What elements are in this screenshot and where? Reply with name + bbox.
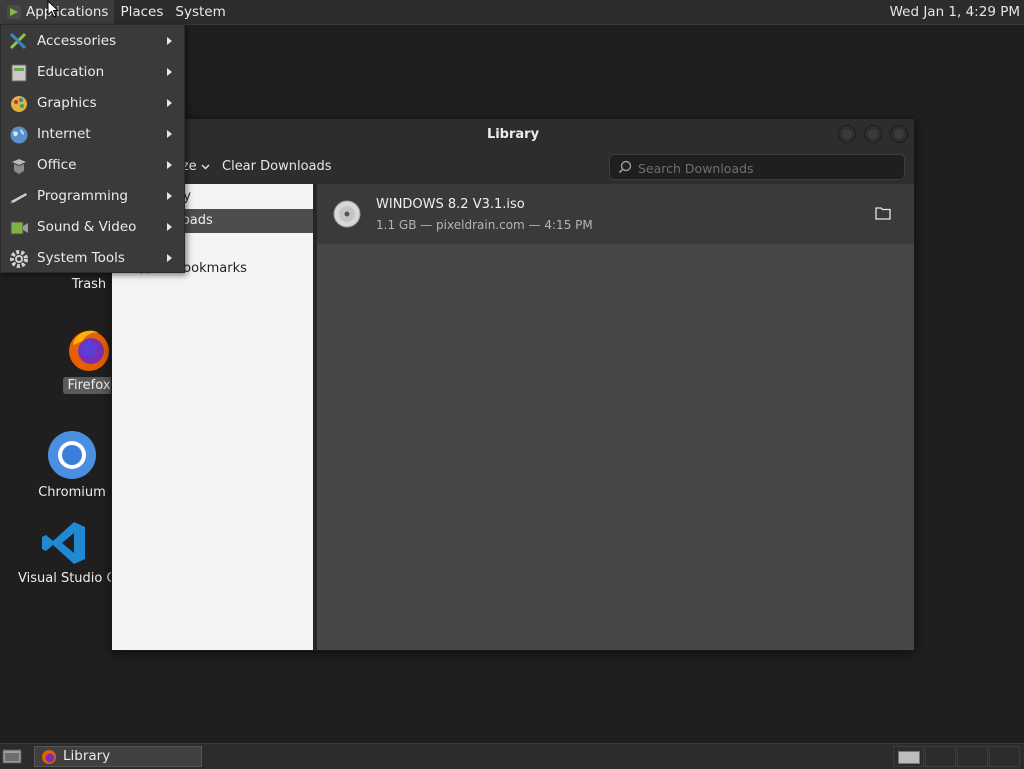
menu-item-sound-video[interactable]: Sound & Video: [1, 212, 184, 243]
clock[interactable]: Wed Jan 1, 4:29 PM: [890, 0, 1020, 24]
menu-item-programming[interactable]: Programming: [1, 181, 184, 212]
download-filename: WINDOWS 8.2 V3.1.iso: [376, 197, 525, 212]
submenu-arrow-icon: [167, 37, 172, 45]
window-title: Library: [486, 127, 540, 142]
close-button[interactable]: [890, 125, 908, 143]
applications-logo-icon: [7, 5, 21, 19]
top-panel: Applications Places System Wed Jan 1, 4:…: [0, 0, 1024, 25]
menu-item-education[interactable]: Education: [1, 57, 184, 88]
menu-item-sound-video-label: Sound & Video: [37, 219, 137, 235]
library-window: Library nize Clear Downloads ory nloads: [111, 118, 915, 651]
menu-item-accessories-label: Accessories: [37, 33, 117, 49]
submenu-arrow-icon: [167, 223, 172, 231]
search-input[interactable]: [636, 158, 898, 178]
menu-item-office-label: Office: [37, 157, 77, 173]
menu-item-office[interactable]: Office: [1, 150, 184, 181]
sound-video-icon: [10, 221, 28, 235]
submenu-arrow-icon: [167, 99, 172, 107]
vscode-icon: [42, 522, 85, 564]
library-titlebar[interactable]: Library: [112, 119, 914, 150]
education-icon: [11, 64, 27, 82]
folder-icon[interactable]: [875, 206, 891, 220]
menu-item-system-tools[interactable]: System Tools: [1, 243, 184, 274]
menu-item-system-tools-label: System Tools: [37, 250, 125, 266]
desktop-icon-vscode[interactable]: Visual Studio Co: [14, 520, 124, 587]
submenu-arrow-icon: [167, 130, 172, 138]
search-box[interactable]: [609, 154, 905, 180]
workspace-3[interactable]: [957, 746, 988, 767]
programming-icon: [10, 193, 27, 204]
menu-item-graphics[interactable]: Graphics: [1, 88, 184, 119]
menu-item-internet-label: Internet: [37, 126, 91, 142]
submenu-arrow-icon: [167, 192, 172, 200]
download-details: 1.1 GB — pixeldrain.com — 4:15 PM: [376, 218, 593, 232]
minimize-button[interactable]: [838, 125, 856, 143]
workspace-4[interactable]: [989, 746, 1020, 767]
bottom-panel: Library: [0, 743, 1024, 769]
menu-item-education-label: Education: [37, 64, 105, 80]
desktop-icon-chromium[interactable]: Chromium: [34, 430, 110, 501]
menu-item-graphics-label: Graphics: [37, 95, 97, 111]
clear-downloads-label: Clear Downloads: [222, 159, 332, 174]
workspace-1[interactable]: [893, 746, 924, 767]
submenu-arrow-icon: [167, 161, 172, 169]
downloads-list: WINDOWS 8.2 V3.1.iso 1.1 GB — pixeldrain…: [317, 184, 914, 650]
graphics-icon: [11, 96, 27, 112]
chromium-icon: [48, 431, 96, 479]
internet-icon: [10, 126, 28, 144]
chevron-down-icon: [201, 164, 210, 170]
search-icon: [618, 160, 632, 174]
system-tools-icon: [10, 250, 28, 268]
submenu-arrow-icon: [167, 254, 172, 262]
system-label: System: [175, 4, 226, 20]
show-desktop-icon[interactable]: [2, 748, 22, 764]
chromium-label: Chromium: [38, 485, 106, 500]
firefox-label: Firefox: [63, 377, 115, 394]
library-toolbar: nize Clear Downloads: [112, 150, 914, 184]
submenu-arrow-icon: [167, 68, 172, 76]
menu-item-accessories[interactable]: Accessories: [1, 26, 184, 57]
disc-image-icon: [333, 200, 361, 228]
accessories-icon: [9, 32, 27, 50]
office-icon: [12, 159, 26, 174]
taskbar-item-library[interactable]: Library: [34, 746, 202, 767]
clear-downloads-button[interactable]: Clear Downloads: [222, 159, 332, 174]
trash-label: Trash: [71, 277, 107, 292]
desktop-icon-trash[interactable]: Trash: [64, 276, 114, 293]
workspace-2[interactable]: [925, 746, 956, 767]
system-menu[interactable]: System: [169, 0, 231, 24]
places-menu[interactable]: Places: [114, 0, 169, 24]
applications-dropdown: Accessories Education Graphics Internet: [0, 24, 185, 273]
download-item[interactable]: WINDOWS 8.2 V3.1.iso 1.1 GB — pixeldrain…: [317, 184, 914, 244]
maximize-button[interactable]: [864, 125, 882, 143]
mouse-cursor-icon: [47, 0, 59, 18]
menu-item-internet[interactable]: Internet: [1, 119, 184, 150]
places-label: Places: [120, 4, 164, 20]
applications-label: Applications: [26, 4, 109, 20]
firefox-icon: [42, 750, 56, 764]
menu-item-programming-label: Programming: [37, 188, 128, 204]
taskbar-item-label: Library: [63, 748, 111, 764]
firefox-icon: [69, 330, 109, 371]
workspace-window-preview: [898, 751, 920, 764]
